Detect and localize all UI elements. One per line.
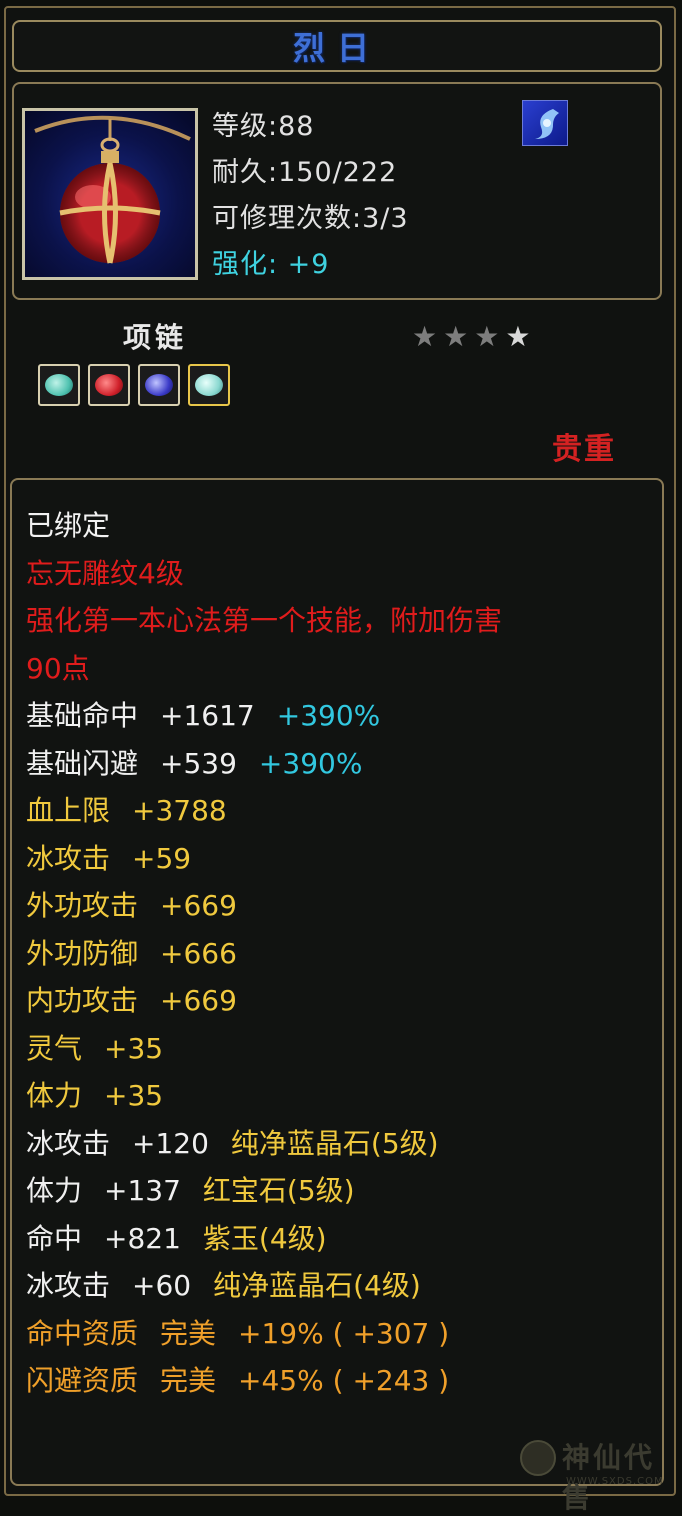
necklace-icon bbox=[22, 108, 198, 280]
attribute-row: 冰攻击 +60 纯净蓝晶石(4级) bbox=[26, 1262, 662, 1310]
watermark-url: WWW.SXDS.COM bbox=[566, 1476, 664, 1487]
attribute-row: 基础命中 +1617 +390% bbox=[26, 692, 662, 740]
gem-slot[interactable] bbox=[138, 364, 180, 406]
star-rating: ★★★★ bbox=[412, 320, 536, 353]
attribute-extra: +390% bbox=[258, 746, 363, 780]
attribute-label: 血上限 bbox=[26, 794, 111, 827]
attribute-row: 基础闪避 +539 +390% bbox=[26, 740, 662, 788]
attribute-label: 外功防御 bbox=[26, 936, 139, 970]
attribute-row: 闪避资质 完美 +45% ( +243 ) bbox=[26, 1357, 662, 1405]
attribute-label: 基础闪避 bbox=[26, 746, 139, 780]
attribute-value: +59 bbox=[132, 841, 192, 875]
attribute-row: 体力 +137 红宝石(5级) bbox=[26, 1167, 662, 1215]
teal-gem-icon bbox=[195, 374, 223, 396]
attribute-label: 灵气 bbox=[26, 1031, 83, 1065]
item-type: 项链 bbox=[123, 321, 188, 354]
item-repairs: 可修理次数:3/3 bbox=[212, 203, 409, 234]
attribute-label: 体力 bbox=[26, 1079, 83, 1112]
attribute-list: 已绑定 忘无雕纹4级 强化第一本心法第一个技能，附加伤害 90点 基础命中 +16… bbox=[26, 502, 662, 1405]
effect-name: 忘无雕纹4级 bbox=[26, 556, 184, 590]
attribute-value: +3788 bbox=[132, 794, 227, 827]
attribute-extra: +390% bbox=[276, 699, 381, 732]
attribute-label: 冰攻击 bbox=[26, 1126, 111, 1160]
rarity-label: 贵重 bbox=[552, 432, 616, 467]
item-enhance: 强化: +9 bbox=[212, 249, 330, 280]
attribute-row: 命中 +821 紫玉(4级) bbox=[26, 1215, 662, 1263]
attribute-value: +35 bbox=[104, 1031, 164, 1065]
attribute-value: +539 bbox=[160, 746, 237, 780]
skill-icon[interactable] bbox=[522, 100, 568, 146]
red-gem-icon bbox=[95, 374, 123, 396]
attribute-value: +669 bbox=[160, 889, 237, 922]
attribute-label: 命中资质 bbox=[26, 1316, 139, 1350]
teal-gem-icon bbox=[45, 374, 73, 396]
attribute-value: +137 bbox=[104, 1174, 181, 1207]
gem-slot[interactable] bbox=[38, 364, 80, 406]
bound-status: 已绑定 bbox=[26, 509, 111, 542]
star-icon: ★ bbox=[412, 320, 444, 353]
effect-description: 90点 bbox=[26, 651, 90, 685]
attribute-label: 基础命中 bbox=[26, 699, 139, 732]
attribute-label: 外功攻击 bbox=[26, 889, 139, 922]
attribute-value: +669 bbox=[160, 984, 237, 1017]
gem-slots bbox=[38, 364, 230, 406]
attribute-extra: 紫玉(4级) bbox=[202, 1221, 327, 1255]
gem-slot[interactable] bbox=[188, 364, 230, 406]
gem-slot[interactable] bbox=[88, 364, 130, 406]
attribute-row: 外功防御 +666 bbox=[26, 930, 662, 978]
attribute-row: 灵气 +35 bbox=[26, 1025, 662, 1073]
attribute-row: 内功攻击 +669 bbox=[26, 977, 662, 1025]
attribute-extra: +45% ( +243 ) bbox=[238, 1364, 450, 1397]
purple-gem-icon bbox=[145, 374, 173, 396]
attribute-value: +1617 bbox=[160, 699, 255, 732]
star-icon: ★ bbox=[505, 320, 537, 353]
attribute-label: 内功攻击 bbox=[26, 984, 139, 1017]
attribute-extra: +19% ( +307 ) bbox=[238, 1316, 450, 1350]
attribute-value: 完美 bbox=[160, 1316, 217, 1350]
attribute-label: 冰攻击 bbox=[26, 1269, 111, 1302]
item-durability: 耐久:150/222 bbox=[212, 157, 398, 188]
effect-description: 强化第一本心法第一个技能，附加伤害 bbox=[26, 604, 503, 637]
star-icon: ★ bbox=[474, 320, 506, 353]
attribute-value: +60 bbox=[132, 1269, 192, 1302]
attribute-extra: 纯净蓝晶石(5级) bbox=[230, 1126, 439, 1160]
attribute-label: 体力 bbox=[26, 1174, 83, 1207]
attribute-row: 体力 +35 bbox=[26, 1072, 662, 1120]
watermark-logo-icon bbox=[520, 1440, 556, 1476]
attribute-row: 命中资质 完美 +19% ( +307 ) bbox=[26, 1310, 662, 1358]
attribute-value: +120 bbox=[132, 1126, 209, 1160]
attribute-label: 命中 bbox=[26, 1221, 83, 1255]
attribute-label: 闪避资质 bbox=[26, 1364, 139, 1397]
attribute-extra: 红宝石(5级) bbox=[202, 1174, 355, 1207]
attribute-value: +666 bbox=[160, 936, 237, 970]
item-name: 烈日 bbox=[292, 29, 381, 67]
attribute-row: 冰攻击 +120 纯净蓝晶石(5级) bbox=[26, 1120, 662, 1168]
attribute-value: +821 bbox=[104, 1221, 181, 1255]
star-icon: ★ bbox=[443, 320, 475, 353]
attribute-value: +35 bbox=[104, 1079, 164, 1112]
attribute-extra: 纯净蓝晶石(4级) bbox=[213, 1269, 421, 1302]
attribute-label: 冰攻击 bbox=[26, 841, 111, 875]
item-level: 等级:88 bbox=[212, 111, 315, 142]
item-title-bar: 烈日 bbox=[12, 20, 662, 72]
attribute-row: 外功攻击 +669 bbox=[26, 882, 662, 930]
attribute-value: 完美 bbox=[160, 1364, 217, 1397]
attribute-row: 冰攻击 +59 bbox=[26, 835, 662, 883]
attribute-row: 血上限 +3788 bbox=[26, 787, 662, 835]
